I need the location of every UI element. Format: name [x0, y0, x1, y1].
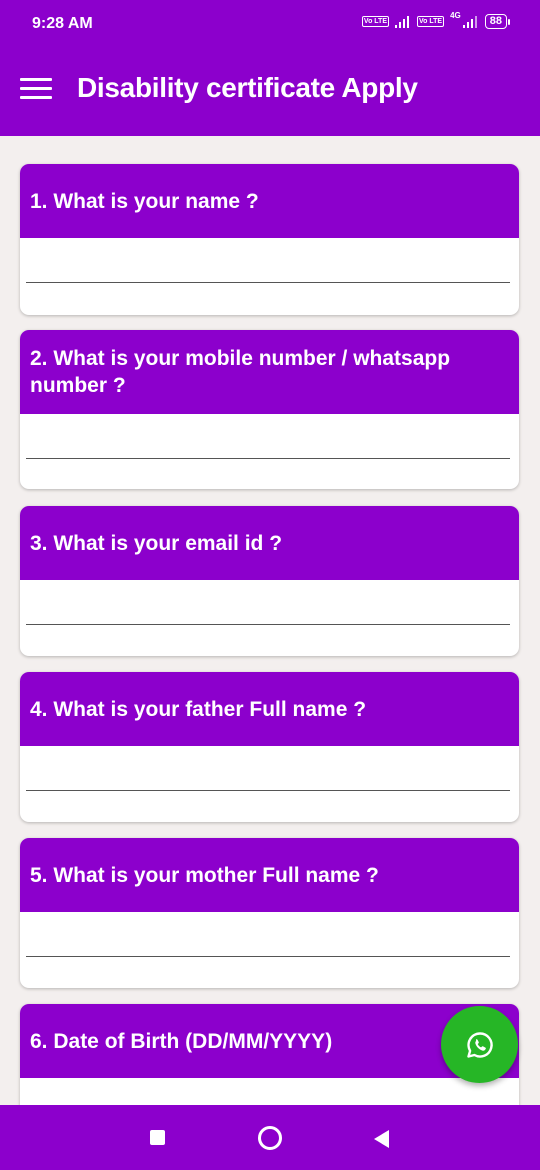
father-name-input[interactable]: [26, 746, 510, 791]
mobile-number-input[interactable]: [26, 414, 510, 459]
question-label: 3. What is your email id ?: [20, 506, 519, 580]
hamburger-menu-icon[interactable]: [20, 78, 52, 100]
app-bar: Disability certificate Apply: [0, 48, 540, 136]
signal-icon-sim1: [395, 15, 409, 28]
triangle-back-icon[interactable]: [372, 1129, 390, 1149]
whatsapp-icon: [466, 1031, 493, 1058]
question-card-mother-name: 5. What is your mother Full name ?: [20, 838, 519, 988]
question-label: 4. What is your father Full name ?: [20, 672, 519, 746]
page-title: Disability certificate Apply: [77, 72, 418, 103]
volte-badge-sim1: Vo LTE: [361, 16, 389, 27]
system-nav-bar: [0, 1105, 540, 1170]
dob-input[interactable]: [26, 1078, 510, 1105]
network-type-label: 4G: [450, 11, 461, 20]
status-time: 9:28 AM: [32, 15, 93, 32]
email-input[interactable]: [26, 580, 510, 625]
whatsapp-fab-button[interactable]: [441, 1006, 518, 1083]
question-label: 5. What is your mother Full name ?: [20, 838, 519, 912]
battery-level: 88: [484, 14, 507, 29]
name-input[interactable]: [26, 238, 510, 283]
signal-icon-sim2: [462, 15, 477, 28]
status-bar: 9:28 AM Vo LTE Vo LTE 4G 88: [0, 0, 540, 48]
question-card-email: 3. What is your email id ?: [20, 506, 519, 656]
question-card-name: 1. What is your name ?: [20, 164, 519, 315]
volte-badge-sim2: Vo LTE: [417, 16, 445, 27]
question-card-mobile: 2. What is your mobile number / whatsapp…: [20, 330, 519, 489]
mother-name-input[interactable]: [26, 912, 510, 957]
question-label: 1. What is your name ?: [20, 164, 519, 238]
form-content[interactable]: 1. What is your name ? 2. What is your m…: [0, 136, 540, 1105]
square-recents-icon[interactable]: [150, 1130, 165, 1145]
battery-icon: 88: [484, 14, 510, 29]
question-label: 2. What is your mobile number / whatsapp…: [20, 330, 519, 414]
circle-home-icon[interactable]: [258, 1126, 282, 1150]
status-icons: Vo LTE Vo LTE 4G 88: [361, 11, 510, 29]
question-card-father-name: 4. What is your father Full name ?: [20, 672, 519, 822]
